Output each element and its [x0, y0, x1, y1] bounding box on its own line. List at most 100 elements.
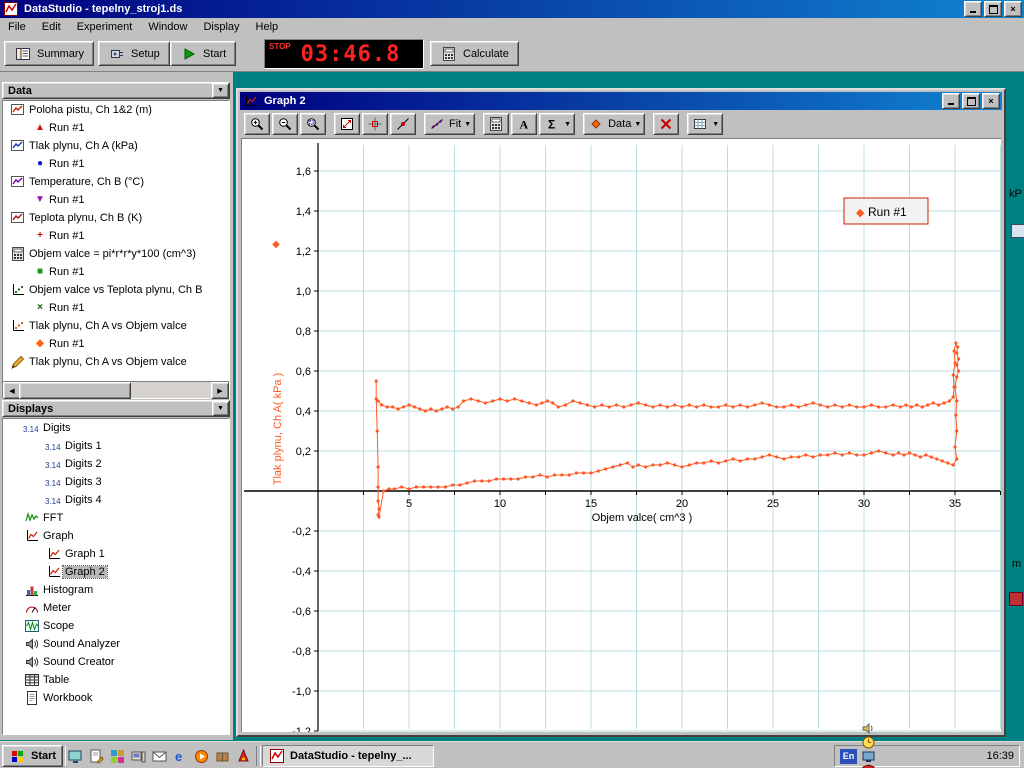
scroll-thumb[interactable] [19, 382, 131, 399]
display-item-scope[interactable]: Scope [3, 617, 229, 635]
setup-icon [108, 47, 126, 61]
menu-display[interactable]: Display [195, 19, 247, 35]
display-item-graph[interactable]: Graph [3, 527, 229, 545]
quicklaunch-browser-icon[interactable]: e [171, 747, 189, 765]
menu-edit[interactable]: Edit [34, 19, 69, 35]
tray-antivirus-icon[interactable]: A [861, 763, 875, 768]
zoom-out-button[interactable] [272, 113, 298, 135]
y-axis[interactable]: 1,61,41,21,00,80,60,40,2-0,2-0,4-0,6-0,8… [292, 143, 318, 732]
svg-text:A: A [520, 118, 529, 132]
start-menu-button[interactable]: Start [2, 745, 63, 767]
scale-to-fit-button[interactable] [334, 113, 360, 135]
display-item-label: Sound Creator [41, 656, 117, 668]
run-item[interactable]: ●Run #1 [3, 155, 229, 173]
data-item[interactable]: Temperature, Ch B (°C) [3, 173, 229, 191]
run-item[interactable]: +Run #1 [3, 227, 229, 245]
tray-volume-icon[interactable] [861, 721, 875, 735]
scroll-right-icon[interactable]: ▶ [211, 382, 229, 399]
calculate-button[interactable]: Calculate [430, 41, 519, 66]
display-item-graph-2[interactable]: Graph 2 [3, 563, 229, 581]
graph-minimize-button[interactable] [942, 93, 960, 109]
smart-tool-button[interactable] [362, 113, 388, 135]
quicklaunch-player-icon[interactable] [192, 747, 210, 765]
zoom-select-button[interactable] [300, 113, 326, 135]
quicklaunch-channels-icon[interactable] [108, 747, 126, 765]
legend[interactable]: ◆Run #1 [844, 198, 928, 224]
chevron-down-icon: ▼ [634, 121, 641, 128]
run-item[interactable]: ▼Run #1 [3, 191, 229, 209]
tray-display-icon[interactable] [861, 749, 875, 763]
data-series[interactable] [375, 341, 961, 518]
statistics-button[interactable]: Σ▼ [539, 113, 575, 135]
display-item-digits-4[interactable]: 3.14Digits 4 [3, 491, 229, 509]
display-item-meter[interactable]: Meter [3, 599, 229, 617]
language-indicator[interactable]: En [840, 749, 857, 764]
display-item-digits-2[interactable]: 3.14Digits 2 [3, 455, 229, 473]
zoom-in-button[interactable] [244, 113, 270, 135]
display-item-sound-analyzer[interactable]: Sound Analyzer [3, 635, 229, 653]
run-item[interactable]: ×Run #1 [3, 299, 229, 317]
data-item[interactable]: Teplota plynu, Ch B (K) [3, 209, 229, 227]
menu-help[interactable]: Help [248, 19, 287, 35]
display-item-fft[interactable]: FFT [3, 509, 229, 527]
run-item[interactable]: ▲Run #1 [3, 119, 229, 137]
quicklaunch-show-desktop-icon[interactable] [66, 747, 84, 765]
graph-toolbar: Fit▼AΣ▼Data▼▼ [240, 110, 1002, 138]
app-title: DataStudio - tepelny_stroj1.ds [24, 3, 962, 15]
quicklaunch-burner-icon[interactable] [234, 747, 252, 765]
text-annotation-button[interactable]: A [511, 113, 537, 135]
display-item-digits[interactable]: 3.14Digits [3, 419, 229, 437]
tray-scheduler-icon[interactable] [861, 735, 875, 749]
quicklaunch-notepad-icon[interactable] [87, 747, 105, 765]
data-item[interactable]: Tlak plynu, Ch A vs Objem valce [3, 317, 229, 335]
display-item-digits-3[interactable]: 3.14Digits 3 [3, 473, 229, 491]
run-marker-icon: ■ [33, 267, 47, 277]
display-item-table[interactable]: Table [3, 671, 229, 689]
slope-tool-button[interactable] [390, 113, 416, 135]
quicklaunch-mail-icon[interactable] [150, 747, 168, 765]
setup-button[interactable]: Setup [98, 41, 170, 66]
graph-maximize-button[interactable] [962, 93, 980, 109]
display-item-sound-creator[interactable]: Sound Creator [3, 653, 229, 671]
close-button[interactable]: × [1004, 1, 1022, 17]
quicklaunch-computer-icon[interactable] [129, 747, 147, 765]
remove-button[interactable] [653, 113, 679, 135]
minimize-button[interactable] [964, 1, 982, 17]
svg-text:-0,6: -0,6 [292, 606, 311, 618]
graph-plot[interactable]: 1,61,41,21,00,80,60,40,2-0,2-0,4-0,6-0,8… [242, 139, 1001, 732]
run-item[interactable]: ■Run #1 [3, 263, 229, 281]
run-item[interactable]: ◆Run #1 [3, 335, 229, 353]
data-item[interactable]: Objem valce = pi*r*r*y*100 (cm^3) [3, 245, 229, 263]
menu-window[interactable]: Window [140, 19, 195, 35]
data-dropdown-button[interactable]: ▼ [212, 83, 229, 98]
data-item[interactable]: Poloha pistu, Ch 1&2 (m) [3, 101, 229, 119]
summary-button[interactable]: Summary [4, 41, 94, 66]
data-horizontal-scrollbar[interactable]: ◀ ▶ [2, 381, 230, 399]
quicklaunch-package-icon[interactable] [213, 747, 231, 765]
data-item[interactable]: Tlak plynu, Ch A vs Objem valce [3, 353, 229, 371]
display-item-label: Graph [41, 530, 76, 542]
displays-dropdown-button[interactable]: ▼ [212, 401, 229, 416]
display-item-digits-1[interactable]: 3.14Digits 1 [3, 437, 229, 455]
calculate-button[interactable] [483, 113, 509, 135]
data-item[interactable]: Tlak plynu, Ch A (kPa) [3, 137, 229, 155]
start-button[interactable]: Start [170, 41, 236, 66]
menu-file[interactable]: File [0, 19, 34, 35]
data-menu-button[interactable]: Data▼ [583, 113, 645, 135]
data-item[interactable]: Objem valce vs Teplota plynu, Ch B [3, 281, 229, 299]
graph-window-titlebar[interactable]: Graph 2 × [240, 92, 1002, 110]
taskbar-task-datastudio[interactable]: DataStudio - tepelny_... [262, 745, 434, 767]
display-item-graph-1[interactable]: Graph 1 [3, 545, 229, 563]
fit-menu-button[interactable]: Fit▼ [424, 113, 475, 135]
maximize-button[interactable] [984, 1, 1002, 17]
display-item-histogram[interactable]: Histogram [3, 581, 229, 599]
textA-icon: A [515, 117, 533, 131]
display-item-workbook[interactable]: Workbook [3, 689, 229, 707]
grid-settings-button[interactable]: ▼ [687, 113, 723, 135]
calculator-icon [440, 47, 458, 61]
graph-close-button[interactable]: × [982, 93, 1000, 109]
display-item-label: Table [41, 674, 71, 686]
run-marker-icon: ◆ [33, 339, 47, 349]
menu-experiment[interactable]: Experiment [69, 19, 141, 35]
x-axis[interactable]: 5101520253035Objem valce( cm^3 ) [244, 491, 1001, 524]
